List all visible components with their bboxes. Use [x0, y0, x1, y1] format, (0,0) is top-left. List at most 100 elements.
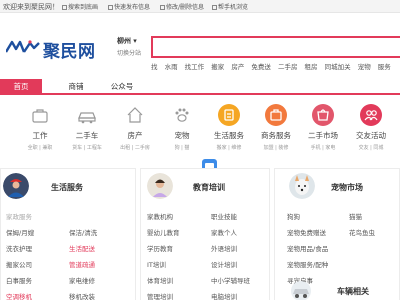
category-label: 二手市场 — [308, 131, 338, 140]
hot-word-link[interactable]: 房产 — [231, 63, 244, 71]
panel-link[interactable]: 空调移机 — [6, 291, 32, 300]
panel-link[interactable]: 婴幼儿教育 — [147, 227, 180, 237]
panel-link[interactable]: 管理培训 — [147, 291, 173, 300]
switch-city-link[interactable]: 切换分站 — [117, 48, 141, 57]
panel-title: 车辆相关 — [337, 287, 369, 296]
panel-link[interactable]: 移机改装 — [69, 291, 95, 300]
hot-word-link[interactable]: 租房 — [305, 63, 318, 71]
panel-link[interactable]: 体育培训 — [147, 275, 173, 285]
topbar-link-label: 快速发布信息 — [114, 4, 151, 11]
logo-text[interactable]: 聚民网 — [43, 37, 96, 62]
top-bar: 欢迎来到聚民网！ 搜索到底画 快速发布信息 修改/删除信息 帮手机浏览 — [0, 0, 400, 13]
panel-link[interactable]: 学历教育 — [147, 243, 173, 253]
category-label: 宠物 — [174, 131, 190, 140]
panel-link[interactable]: 保姆/月嫂 — [6, 227, 34, 237]
hot-word-link[interactable]: 搬家 — [211, 63, 224, 71]
category-used-cars[interactable]: 二手车 货车 | 工程车 — [64, 104, 110, 151]
logo-mark-icon[interactable] — [6, 40, 40, 54]
topbar-link-edit[interactable]: 修改/删除信息 — [160, 2, 204, 11]
tab-home[interactable]: 首页 — [0, 79, 42, 95]
panel-link[interactable]: 中小学辅导班 — [211, 275, 250, 285]
category-pets[interactable]: 宠物 狗 | 猫 — [159, 104, 205, 151]
search-input[interactable] — [157, 40, 387, 54]
panel-link[interactable]: 白事服务 — [6, 275, 32, 285]
panel-link[interactable]: 保洁/清洗 — [69, 227, 97, 237]
tab-wechat[interactable]: 公众号 — [104, 79, 140, 95]
panel-link[interactable]: 搬家公司 — [6, 259, 32, 269]
topbar-link-label: 修改/删除信息 — [166, 4, 205, 11]
car-photo-icon — [291, 281, 311, 300]
category-life-services[interactable]: 生活服务 搬家 | 维修 — [206, 104, 252, 151]
market-icon — [312, 104, 334, 126]
checkbox-icon — [108, 5, 113, 10]
panel-link[interactable]: 宠物用品/食品 — [287, 243, 328, 253]
topbar-link-label: 帮手机浏览 — [218, 4, 249, 11]
category-social[interactable]: 交友活动 交友 | 同城 — [348, 104, 394, 151]
category-jobs[interactable]: 工作 全职 | 兼职 — [17, 104, 63, 151]
topbar-link-label: 搜索到底画 — [68, 4, 99, 11]
dog-photo-icon — [289, 173, 315, 199]
panel-link[interactable]: 管道疏通 — [69, 259, 95, 269]
hot-word-link[interactable]: 服务 — [378, 63, 391, 71]
category-sub: 狗 | 猫 — [174, 145, 190, 151]
panel-title: 教育培训 — [193, 183, 225, 192]
category-sub: 全职 | 兼职 — [27, 145, 53, 151]
category-label: 交友活动 — [356, 131, 386, 140]
service-icon — [218, 104, 240, 126]
category-label: 工作 — [32, 131, 48, 140]
panel-link[interactable]: 家教机构 — [147, 211, 173, 221]
checkbox-icon — [212, 5, 217, 10]
category-label: 房产 — [127, 131, 143, 140]
briefcase-icon — [29, 104, 51, 126]
hot-words: 找 水雨 找工作 搬家 房产 免费送 二手房 租房 同城加关 宠物 服务 — [151, 61, 396, 71]
panel-link[interactable]: 家教个人 — [211, 227, 237, 237]
paw-icon — [171, 104, 193, 126]
category-sub: 搬家 | 维修 — [216, 145, 242, 151]
tab-shops[interactable]: 商铺 — [62, 79, 90, 95]
panel-link[interactable]: 外语培训 — [211, 243, 237, 253]
panel-link[interactable]: 家电维修 — [69, 275, 95, 285]
hot-word-link[interactable]: 水雨 — [165, 63, 178, 71]
friends-icon — [360, 104, 382, 126]
panel-link[interactable]: 花鸟鱼虫 — [349, 227, 375, 237]
welcome-text: 欢迎来到聚民网！ — [3, 3, 59, 11]
car-icon — [76, 104, 98, 126]
panel-title: 生活服务 — [51, 183, 83, 192]
category-sub: 货车 | 工程车 — [72, 145, 102, 151]
panel-link[interactable]: 生活配送 — [69, 243, 95, 253]
category-label: 商务服务 — [261, 131, 291, 140]
panel-link[interactable]: 猫猫 — [349, 211, 362, 221]
panel-title: 宠物市场 — [331, 183, 363, 192]
panel-link[interactable]: 设计培训 — [211, 259, 237, 269]
topbar-link-post[interactable]: 快速发布信息 — [108, 2, 150, 11]
panel-link[interactable]: 家政服务 — [6, 211, 32, 221]
panel-link[interactable]: 职业技能 — [211, 211, 237, 221]
main-nav: 首页 商铺 公众号 — [0, 79, 400, 95]
topbar-link-mobile[interactable]: 帮手机浏览 — [212, 2, 248, 11]
checkbox-icon — [160, 5, 165, 10]
panel-life-services: 生活服务 家政服务 保姆/月嫂 保洁/清洗 洗衣护理 生活配送 搬家公司 管道疏… — [0, 168, 136, 300]
panel-link[interactable]: IT培训 — [147, 259, 166, 269]
hot-word-link[interactable]: 宠物 — [358, 63, 371, 71]
hot-word-link[interactable]: 找 — [151, 63, 158, 71]
hot-word-link[interactable]: 同城加关 — [325, 63, 351, 71]
panel-link[interactable]: 宠物免费赠送 — [287, 227, 326, 237]
category-label: 生活服务 — [214, 131, 244, 140]
category-label: 二手车 — [75, 131, 99, 140]
search-box[interactable] — [151, 36, 400, 58]
hot-word-link[interactable]: 找工作 — [185, 63, 205, 71]
panel-link[interactable]: 电脑培训 — [211, 291, 237, 300]
category-business[interactable]: 商务服务 加盟 | 装修 — [253, 104, 299, 151]
house-icon — [124, 104, 146, 126]
category-second-hand[interactable]: 二手市场 手机 | 家电 — [300, 104, 346, 151]
current-city: 柳州 ▾ — [117, 36, 137, 46]
category-housing[interactable]: 房产 出租 | 二手房 — [112, 104, 158, 151]
hot-word-link[interactable]: 免费送 — [251, 63, 271, 71]
hot-word-link[interactable]: 二手房 — [278, 63, 298, 71]
panel-link[interactable]: 狗狗 — [287, 211, 300, 221]
topbar-link-search[interactable]: 搜索到底画 — [62, 2, 98, 11]
chevron-down-icon: ▾ — [133, 37, 137, 45]
panel-link[interactable]: 洗衣护理 — [6, 243, 32, 253]
panel-pets: 宠物市场 狗狗 猫猫 宠物免费赠送 花鸟鱼虫 宠物用品/食品 宠物服务/配种 寻… — [274, 168, 400, 300]
panel-link[interactable]: 宠物服务/配种 — [287, 259, 328, 269]
